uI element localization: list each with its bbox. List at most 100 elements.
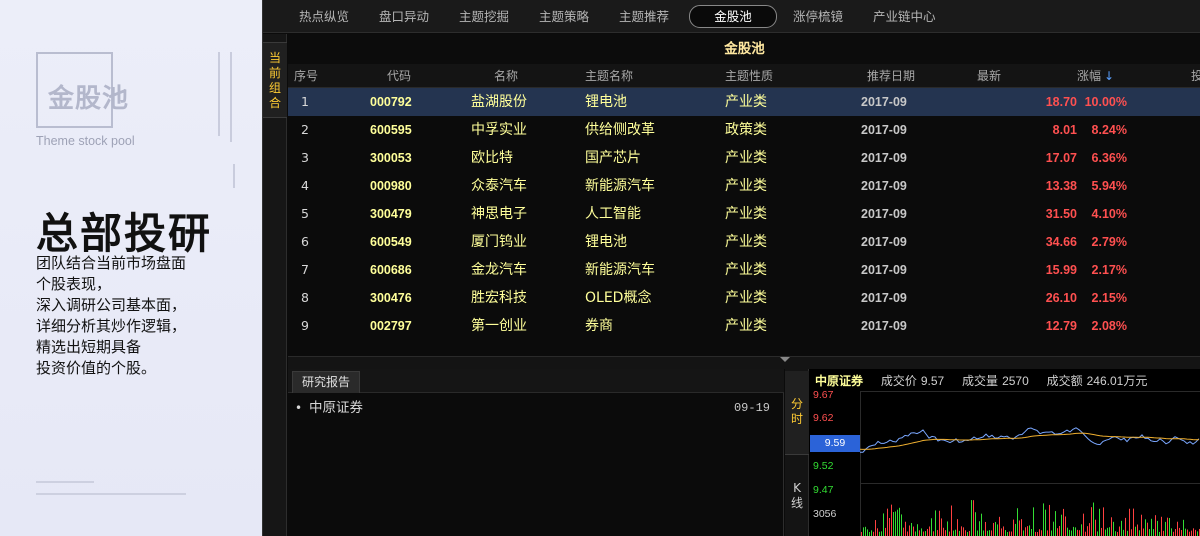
table-row[interactable]: 9 002797 第一创业 券商 产业类 2017-09 12.79 2.08% [288, 312, 1200, 340]
volume-bar [1139, 530, 1140, 536]
volume-bar [1177, 521, 1178, 536]
panel-splitter[interactable] [288, 356, 1200, 369]
cell-code: 300479 [370, 207, 412, 221]
report-date: 09-19 [733, 401, 770, 415]
volume-bar [1085, 531, 1086, 536]
promo-panel: 金股池 Theme stock pool 总部投研 团队结合当前市场盘面 个股表… [0, 0, 262, 536]
tab-research-report[interactable]: 研究报告 [292, 371, 360, 393]
nav-tab-theme-strategy[interactable]: 主题策略 [539, 0, 589, 33]
table-row[interactable]: 7 600686 金龙汽车 新能源汽车 产业类 2017-09 15.99 2.17% [288, 256, 1200, 284]
volume-bar [1175, 529, 1176, 536]
volume-bar [1083, 513, 1084, 536]
col-header-theme[interactable]: 主题名称 [585, 64, 633, 88]
volume-bar [1071, 530, 1072, 536]
volume-bar [903, 527, 904, 536]
nav-tab-gold-stock-pool[interactable]: 金股池 [689, 5, 777, 28]
cell-seq: 7 [301, 262, 309, 277]
col-header-change-label: 涨幅 [1077, 69, 1102, 83]
volume-bar [1087, 526, 1088, 536]
volume-bar [905, 521, 906, 536]
volume-bar [1055, 511, 1056, 536]
cell-date: 2017-09 [861, 291, 907, 305]
table-row[interactable]: 2 600595 中孚实业 供给侧改革 政策类 2017-09 8.01 8.24% [288, 116, 1200, 144]
volume-bar [1193, 528, 1194, 536]
table-row[interactable]: 8 300476 胜宏科技 OLED概念 产业类 2017-09 26.10 2.15% [288, 284, 1200, 312]
intraday-chart [860, 391, 1200, 536]
volume-bar [1061, 514, 1062, 536]
decorative-line [36, 493, 186, 495]
cell-change: 2.08% [1091, 319, 1127, 333]
col-header-seq[interactable]: 序号 [294, 64, 318, 88]
volume-bar [1073, 526, 1074, 536]
tab-fenshi[interactable]: 分时 [785, 371, 809, 455]
list-item[interactable]: • 中原证券 09-19 [288, 397, 784, 419]
table-row[interactable]: 6 600549 厦门钨业 锂电池 产业类 2017-09 34.66 2.79% [288, 228, 1200, 256]
promo-description-line: 深入调研公司基本面， [36, 296, 187, 314]
side-tab-current-portfolio[interactable]: 当前组合 [263, 42, 287, 118]
nav-tab-theme-mining[interactable]: 主题挖掘 [459, 0, 509, 33]
volume-bar [1015, 523, 1016, 536]
volume-bar [1021, 519, 1022, 536]
nav-tab-theme-recommend[interactable]: 主题推荐 [619, 0, 669, 33]
volume-bar [989, 530, 990, 536]
col-header-price[interactable]: 最新 [977, 64, 1001, 88]
nav-tab-hotspot[interactable]: 热点纵览 [299, 0, 349, 33]
col-header-nature[interactable]: 主题性质 [725, 64, 773, 88]
volume-bar [1141, 514, 1142, 536]
volume-bar [1137, 524, 1138, 536]
table-row[interactable]: 3 300053 欧比特 国产芯片 产业类 2017-09 17.07 6.36% [288, 144, 1200, 172]
col-header-more[interactable]: 投 [1191, 64, 1200, 88]
volume-bar [1005, 530, 1006, 536]
volume-bar [981, 513, 982, 536]
volume-bar [1103, 507, 1104, 536]
table-row[interactable]: 4 000980 众泰汽车 新能源汽车 产业类 2017-09 13.38 5.94% [288, 172, 1200, 200]
cell-date: 2017-09 [861, 319, 907, 333]
table-row[interactable]: 5 300479 神思电子 人工智能 产业类 2017-09 31.50 4.10% [288, 200, 1200, 228]
cell-nature: 政策类 [725, 122, 767, 138]
table-header: 序号 代码 名称 主题名称 主题性质 推荐日期 最新 涨幅 ↓ 投 [288, 64, 1200, 88]
cell-name: 厦门钨业 [471, 234, 527, 250]
table-row[interactable]: 1 000792 盐湖股份 锂电池 产业类 2017-09 18.70 10.00% [288, 88, 1200, 116]
volume-bar [937, 530, 938, 536]
cell-code: 000792 [370, 95, 412, 109]
volume-bar [1195, 529, 1196, 536]
volume-bar [879, 531, 880, 536]
nav-tab-industry-chain[interactable]: 产业链中心 [873, 0, 936, 33]
volume-bar [927, 528, 928, 536]
volume-bar [955, 529, 956, 536]
volume-bar [1191, 530, 1192, 536]
volume-bar [1165, 521, 1166, 536]
volume-bar [1121, 520, 1122, 536]
volume-bar [921, 528, 922, 536]
volume-bar [1053, 521, 1054, 536]
tab-kxian[interactable]: K线 [790, 481, 804, 511]
cell-nature: 产业类 [725, 318, 767, 334]
volume-bar [1117, 531, 1118, 536]
cell-code: 600686 [370, 263, 412, 277]
volume-bar [1107, 527, 1108, 536]
volume-bar [923, 531, 924, 536]
col-header-name[interactable]: 名称 [494, 64, 518, 88]
promo-description-line: 详细分析其炒作逻辑， [36, 317, 187, 335]
cell-price: 15.99 [1045, 263, 1077, 277]
cell-nature: 产业类 [725, 178, 767, 194]
promo-description-line: 精选出短期具备 [36, 338, 142, 356]
cell-seq: 4 [301, 178, 309, 193]
volume-bar [933, 531, 934, 536]
cell-seq: 5 [301, 206, 309, 221]
volume-bar [959, 530, 960, 536]
nav-tab-market-movement[interactable]: 盘口异动 [379, 0, 429, 33]
price-axis-label: 9.67 [813, 389, 834, 401]
volume-bar [1029, 525, 1030, 536]
cell-price: 17.07 [1045, 151, 1077, 165]
col-header-date[interactable]: 推荐日期 [867, 64, 915, 88]
volume-bar [947, 521, 948, 536]
col-header-change[interactable]: 涨幅 ↓ [1077, 64, 1114, 88]
volume-bar [1099, 508, 1100, 536]
volume-bar [939, 510, 940, 536]
volume-bar [1081, 524, 1082, 536]
nav-tab-limit-up[interactable]: 涨停梳镜 [793, 0, 843, 33]
col-header-code[interactable]: 代码 [387, 64, 411, 88]
promo-description-line: 团队结合当前市场盘面 [36, 254, 187, 272]
collapse-arrow-icon[interactable] [780, 357, 790, 362]
